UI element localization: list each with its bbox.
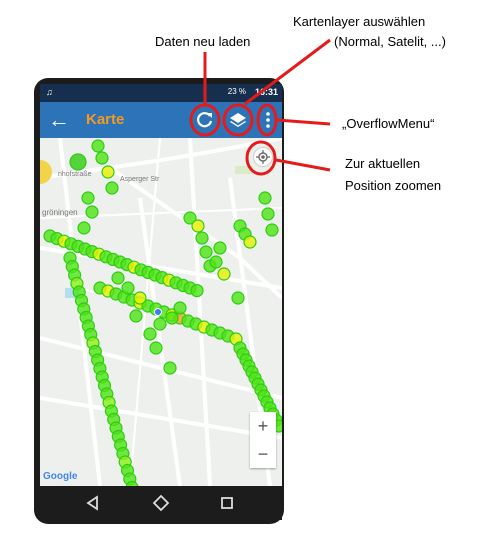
track-marker xyxy=(199,245,213,259)
page-title: Karte xyxy=(86,111,125,128)
track-marker xyxy=(121,281,135,295)
annotation-reload: Daten neu laden xyxy=(155,34,251,49)
clock: 16:31 xyxy=(254,87,278,97)
nav-home-icon[interactable] xyxy=(150,492,172,514)
track-marker xyxy=(258,191,272,205)
track-marker xyxy=(191,219,205,233)
zoom-in-button[interactable]: + xyxy=(250,412,276,440)
annotation-overflow: „OverflowMenu“ xyxy=(342,116,435,131)
track-marker xyxy=(231,291,245,305)
map-view[interactable]: nhofstraße Asperger Str gröningen + − Go… xyxy=(40,136,282,486)
track-markers xyxy=(43,139,282,486)
track-marker xyxy=(243,235,257,249)
track-marker xyxy=(209,255,223,269)
track-marker xyxy=(105,181,119,195)
track-marker xyxy=(217,267,231,281)
track-marker xyxy=(265,223,279,237)
track-marker xyxy=(111,271,125,285)
nav-back-icon[interactable] xyxy=(82,492,104,514)
track-marker xyxy=(129,309,143,323)
annotation-layer-1: Kartenlayer auswählen xyxy=(293,14,426,29)
status-bar: ♫ 23 % 16:31 xyxy=(40,84,282,102)
track-marker xyxy=(165,311,179,325)
current-position-marker xyxy=(154,308,162,316)
pointer-overflow xyxy=(276,118,331,126)
street-label-2: Asperger Str xyxy=(120,176,160,183)
track-marker xyxy=(81,191,95,205)
google-attribution: Google xyxy=(43,471,77,482)
google-logo: Google xyxy=(43,471,78,482)
annotation-zoom-2: Position zoomen xyxy=(345,178,442,193)
nav-recents-icon[interactable] xyxy=(216,492,238,514)
track-marker xyxy=(101,165,115,179)
track-marker xyxy=(69,153,87,171)
layers-icon[interactable] xyxy=(228,110,248,130)
app-screen: ♫ 23 % 16:31 ← Karte nhofstraße Asperger… xyxy=(40,84,282,486)
street-label-1: nhofstraße xyxy=(58,171,92,178)
track-marker xyxy=(153,317,167,331)
annotation-zoom-1: Zur aktuellen xyxy=(345,156,421,171)
overflow-menu-icon[interactable] xyxy=(258,110,278,130)
arrow-left-icon[interactable]: ← xyxy=(46,107,72,133)
track-marker xyxy=(143,327,157,341)
track-marker xyxy=(213,241,227,255)
pointer-location xyxy=(275,158,331,172)
track-marker xyxy=(173,301,187,315)
music-note-icon: ♫ xyxy=(46,87,53,97)
track-marker xyxy=(91,139,105,153)
zoom-out-button[interactable]: − xyxy=(250,440,276,468)
track-marker xyxy=(163,361,177,375)
track-marker xyxy=(85,205,99,219)
battery-level: 23 % xyxy=(227,87,246,96)
street-label-3: gröningen xyxy=(42,208,78,217)
track-marker xyxy=(195,231,209,245)
my-location-icon[interactable] xyxy=(254,148,272,166)
track-marker xyxy=(133,291,147,305)
refresh-icon[interactable] xyxy=(195,110,215,130)
app-bar: ← Karte xyxy=(40,102,282,138)
track-marker xyxy=(190,284,204,298)
zoom-control: + − xyxy=(250,412,276,468)
system-nav-bar xyxy=(40,486,282,520)
track-marker xyxy=(261,207,275,221)
annotation-layer-2: (Normal, Satelit, ...) xyxy=(334,34,446,49)
track-marker xyxy=(95,151,109,165)
track-marker xyxy=(149,341,163,355)
track-marker xyxy=(77,221,91,235)
